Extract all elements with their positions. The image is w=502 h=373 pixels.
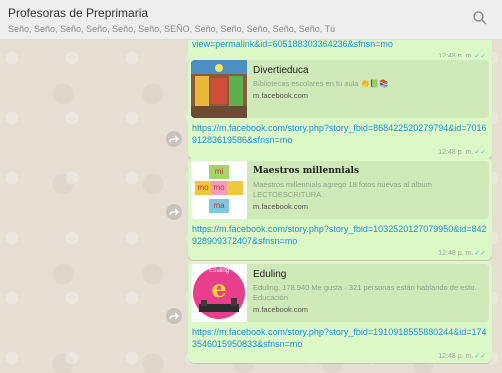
message-time: 12:48 p. m.✓✓ [438, 250, 486, 257]
message-list[interactable]: view=permalink&id=605188303364236&sfnsn=… [0, 40, 502, 373]
preview-domain: m.facebook.com [253, 305, 309, 314]
share-icon[interactable] [166, 308, 182, 324]
message-bubble[interactable]: Divertieduca Bibliotecas escolares en tu… [188, 57, 492, 159]
preview-description: Maestros millennials agregó 18 fotos nue… [253, 180, 432, 199]
preview-thumbnail: mi mo mo ma [191, 161, 247, 219]
preview-description: Eduling. 178.940 Me gusta · 321 personas… [253, 283, 477, 302]
message-bubble[interactable]: mi mo mo ma Maestros millennials Maestro… [188, 158, 492, 260]
double-check-icon: ✓✓ [474, 149, 486, 156]
message-link[interactable]: https://m.facebook.com/story.php?story_f… [188, 223, 492, 247]
share-icon[interactable] [166, 131, 182, 147]
thumb-label: mo [211, 181, 227, 195]
preview-thumbnail [191, 60, 247, 118]
group-members: Seño, Seño, Seño, Seño, Seño, Seño, SEÑO… [8, 24, 336, 34]
preview-title: Eduling [253, 269, 287, 280]
thumb-label: ma [209, 199, 229, 213]
thumb-block [227, 181, 243, 195]
message-time: 12:48 p. m.✓✓ [438, 353, 486, 360]
search-icon[interactable] [472, 10, 488, 26]
double-check-icon: ✓✓ [474, 353, 486, 360]
preview-domain: m.facebook.com [253, 91, 309, 100]
preview-title: Maestros millennials [253, 166, 360, 176]
double-check-icon: ✓✓ [474, 250, 486, 257]
message-link[interactable]: view=permalink&id=605188303364236&sfnsn=… [188, 40, 492, 50]
message-link[interactable]: https://m.facebook.com/story.php?story_f… [188, 122, 492, 146]
preview-domain: m.facebook.com [253, 202, 309, 211]
link-preview[interactable]: Eduling e Eduling Eduling. 178.940 Me gu… [191, 264, 489, 322]
group-title: Profesoras de Preprimaria [8, 6, 149, 20]
preview-title: Divertieduca [253, 65, 309, 76]
chat-header[interactable]: Profesoras de Preprimaria Seño, Seño, Se… [0, 0, 502, 40]
thumb-letter: e [211, 274, 227, 303]
message-bubble[interactable]: Eduling e Eduling Eduling. 178.940 Me gu… [188, 261, 492, 363]
preview-thumbnail: Eduling e [191, 264, 247, 322]
thumb-label: mo [195, 181, 211, 195]
thumb-label: mi [209, 165, 229, 179]
link-preview[interactable]: Divertieduca Bibliotecas escolares en tu… [191, 60, 489, 118]
link-preview[interactable]: mi mo mo ma Maestros millennials Maestro… [191, 161, 489, 219]
message-link[interactable]: https://m.facebook.com/story.php?story_f… [188, 326, 492, 350]
preview-description: Bibliotecas escolares en tu aula 👏📗📚 [253, 79, 389, 88]
share-icon[interactable] [166, 204, 182, 220]
